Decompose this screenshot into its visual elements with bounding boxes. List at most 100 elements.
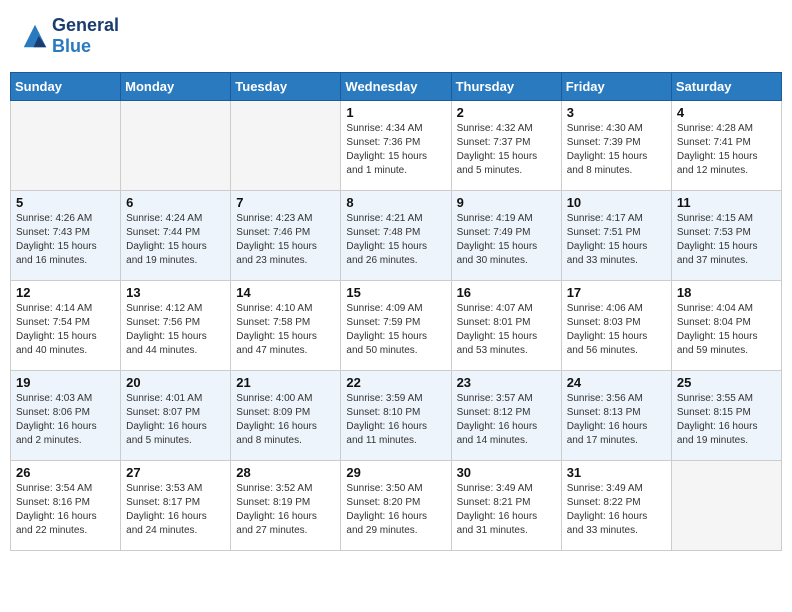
day-number: 1 — [346, 105, 445, 120]
calendar-cell: 24 Sunrise: 3:56 AM Sunset: 8:13 PM Dayli… — [561, 371, 671, 461]
day-number: 16 — [457, 285, 556, 300]
weekday-header-monday: Monday — [121, 73, 231, 101]
day-info: Sunrise: 3:54 AM Sunset: 8:16 PM Dayligh… — [16, 482, 115, 538]
calendar-cell — [121, 101, 231, 191]
day-info: Sunrise: 4:24 AM Sunset: 7:44 PM Dayligh… — [126, 212, 225, 268]
day-number: 11 — [677, 195, 776, 210]
day-number: 22 — [346, 375, 445, 390]
calendar-cell: 25 Sunrise: 3:55 AM Sunset: 8:15 PM Dayli… — [671, 371, 781, 461]
calendar-cell: 21 Sunrise: 4:00 AM Sunset: 8:09 PM Dayli… — [231, 371, 341, 461]
calendar-cell: 1 Sunrise: 4:34 AM Sunset: 7:36 PM Daylig… — [341, 101, 451, 191]
calendar-week-5: 26 Sunrise: 3:54 AM Sunset: 8:16 PM Dayli… — [11, 461, 782, 551]
weekday-header-wednesday: Wednesday — [341, 73, 451, 101]
calendar-cell: 12 Sunrise: 4:14 AM Sunset: 7:54 PM Dayli… — [11, 281, 121, 371]
day-number: 31 — [567, 465, 666, 480]
day-number: 24 — [567, 375, 666, 390]
calendar-cell: 4Sunrise: 4:28 AM Sunset: 7:41 PM Daylig… — [671, 101, 781, 191]
day-number: 30 — [457, 465, 556, 480]
calendar-cell: 8 Sunrise: 4:21 AM Sunset: 7:48 PM Daylig… — [341, 191, 451, 281]
calendar-cell: 23 Sunrise: 3:57 AM Sunset: 8:12 PM Dayli… — [451, 371, 561, 461]
day-info: Sunrise: 4:07 AM Sunset: 8:01 PM Dayligh… — [457, 302, 556, 358]
day-info: Sunrise: 3:49 AM Sunset: 8:21 PM Dayligh… — [457, 482, 556, 538]
day-info: Sunrise: 4:10 AM Sunset: 7:58 PM Dayligh… — [236, 302, 335, 358]
day-number: 25 — [677, 375, 776, 390]
day-number: 2 — [457, 105, 556, 120]
weekday-header-tuesday: Tuesday — [231, 73, 341, 101]
day-number: 23 — [457, 375, 556, 390]
calendar-cell: 11Sunrise: 4:15 AM Sunset: 7:53 PM Dayli… — [671, 191, 781, 281]
calendar-cell: 17Sunrise: 4:06 AM Sunset: 8:03 PM Dayli… — [561, 281, 671, 371]
day-number: 12 — [16, 285, 115, 300]
calendar-cell: 27 Sunrise: 3:53 AM Sunset: 8:17 PM Dayli… — [121, 461, 231, 551]
calendar-cell: 29Sunrise: 3:50 AM Sunset: 8:20 PM Dayli… — [341, 461, 451, 551]
logo-icon — [20, 21, 50, 51]
day-info: Sunrise: 4:34 AM Sunset: 7:36 PM Dayligh… — [346, 122, 445, 178]
day-info: Sunrise: 3:55 AM Sunset: 8:15 PM Dayligh… — [677, 392, 776, 448]
day-number: 4 — [677, 105, 776, 120]
day-number: 19 — [16, 375, 115, 390]
calendar-body: 1 Sunrise: 4:34 AM Sunset: 7:36 PM Daylig… — [11, 101, 782, 551]
day-info: Sunrise: 4:12 AM Sunset: 7:56 PM Dayligh… — [126, 302, 225, 358]
day-number: 26 — [16, 465, 115, 480]
day-info: Sunrise: 4:14 AM Sunset: 7:54 PM Dayligh… — [16, 302, 115, 358]
calendar-cell: 31 Sunrise: 3:49 AM Sunset: 8:22 PM Dayli… — [561, 461, 671, 551]
calendar-cell: 19Sunrise: 4:03 AM Sunset: 8:06 PM Dayli… — [11, 371, 121, 461]
day-number: 21 — [236, 375, 335, 390]
calendar-cell: 14 Sunrise: 4:10 AM Sunset: 7:58 PM Dayli… — [231, 281, 341, 371]
day-info: Sunrise: 4:30 AM Sunset: 7:39 PM Dayligh… — [567, 122, 666, 178]
day-number: 7 — [236, 195, 335, 210]
day-number: 6 — [126, 195, 225, 210]
day-number: 15 — [346, 285, 445, 300]
day-number: 5 — [16, 195, 115, 210]
day-info: Sunrise: 3:49 AM Sunset: 8:22 PM Dayligh… — [567, 482, 666, 538]
day-info: Sunrise: 3:53 AM Sunset: 8:17 PM Dayligh… — [126, 482, 225, 538]
day-number: 18 — [677, 285, 776, 300]
day-number: 14 — [236, 285, 335, 300]
day-number: 10 — [567, 195, 666, 210]
calendar-table: SundayMondayTuesdayWednesdayThursdayFrid… — [10, 72, 782, 551]
day-number: 8 — [346, 195, 445, 210]
day-number: 13 — [126, 285, 225, 300]
calendar-cell: 7 Sunrise: 4:23 AM Sunset: 7:46 PM Daylig… — [231, 191, 341, 281]
calendar-week-3: 12 Sunrise: 4:14 AM Sunset: 7:54 PM Dayli… — [11, 281, 782, 371]
logo: General Blue — [20, 15, 119, 57]
day-info: Sunrise: 4:00 AM Sunset: 8:09 PM Dayligh… — [236, 392, 335, 448]
day-number: 17 — [567, 285, 666, 300]
day-info: Sunrise: 3:50 AM Sunset: 8:20 PM Dayligh… — [346, 482, 445, 538]
day-info: Sunrise: 3:56 AM Sunset: 8:13 PM Dayligh… — [567, 392, 666, 448]
page-header: General Blue — [10, 10, 782, 62]
calendar-cell: 15 Sunrise: 4:09 AM Sunset: 7:59 PM Dayli… — [341, 281, 451, 371]
calendar-cell — [671, 461, 781, 551]
day-info: Sunrise: 4:21 AM Sunset: 7:48 PM Dayligh… — [346, 212, 445, 268]
day-info: Sunrise: 4:09 AM Sunset: 7:59 PM Dayligh… — [346, 302, 445, 358]
day-info: Sunrise: 3:52 AM Sunset: 8:19 PM Dayligh… — [236, 482, 335, 538]
day-number: 27 — [126, 465, 225, 480]
calendar-cell: 9Sunrise: 4:19 AM Sunset: 7:49 PM Daylig… — [451, 191, 561, 281]
day-info: Sunrise: 4:23 AM Sunset: 7:46 PM Dayligh… — [236, 212, 335, 268]
calendar-cell: 2 Sunrise: 4:32 AM Sunset: 7:37 PM Daylig… — [451, 101, 561, 191]
calendar-cell — [231, 101, 341, 191]
day-info: Sunrise: 4:01 AM Sunset: 8:07 PM Dayligh… — [126, 392, 225, 448]
day-number: 20 — [126, 375, 225, 390]
calendar-week-4: 19Sunrise: 4:03 AM Sunset: 8:06 PM Dayli… — [11, 371, 782, 461]
calendar-cell: 13 Sunrise: 4:12 AM Sunset: 7:56 PM Dayli… — [121, 281, 231, 371]
day-number: 9 — [457, 195, 556, 210]
logo-text-line2: Blue — [52, 36, 119, 57]
calendar-cell: 18 Sunrise: 4:04 AM Sunset: 8:04 PM Dayli… — [671, 281, 781, 371]
calendar-cell: 30 Sunrise: 3:49 AM Sunset: 8:21 PM Dayli… — [451, 461, 561, 551]
calendar-week-1: 1 Sunrise: 4:34 AM Sunset: 7:36 PM Daylig… — [11, 101, 782, 191]
calendar-cell: 3 Sunrise: 4:30 AM Sunset: 7:39 PM Daylig… — [561, 101, 671, 191]
day-number: 28 — [236, 465, 335, 480]
calendar-cell: 26 Sunrise: 3:54 AM Sunset: 8:16 PM Dayli… — [11, 461, 121, 551]
weekday-header-friday: Friday — [561, 73, 671, 101]
day-info: Sunrise: 4:32 AM Sunset: 7:37 PM Dayligh… — [457, 122, 556, 178]
day-info: Sunrise: 4:17 AM Sunset: 7:51 PM Dayligh… — [567, 212, 666, 268]
calendar-cell: 22Sunrise: 3:59 AM Sunset: 8:10 PM Dayli… — [341, 371, 451, 461]
calendar-week-2: 5Sunrise: 4:26 AM Sunset: 7:43 PM Daylig… — [11, 191, 782, 281]
calendar-cell: 5Sunrise: 4:26 AM Sunset: 7:43 PM Daylig… — [11, 191, 121, 281]
logo-text-line1: General — [52, 15, 119, 36]
day-info: Sunrise: 3:57 AM Sunset: 8:12 PM Dayligh… — [457, 392, 556, 448]
calendar-cell: 28 Sunrise: 3:52 AM Sunset: 8:19 PM Dayli… — [231, 461, 341, 551]
day-number: 3 — [567, 105, 666, 120]
day-info: Sunrise: 4:04 AM Sunset: 8:04 PM Dayligh… — [677, 302, 776, 358]
